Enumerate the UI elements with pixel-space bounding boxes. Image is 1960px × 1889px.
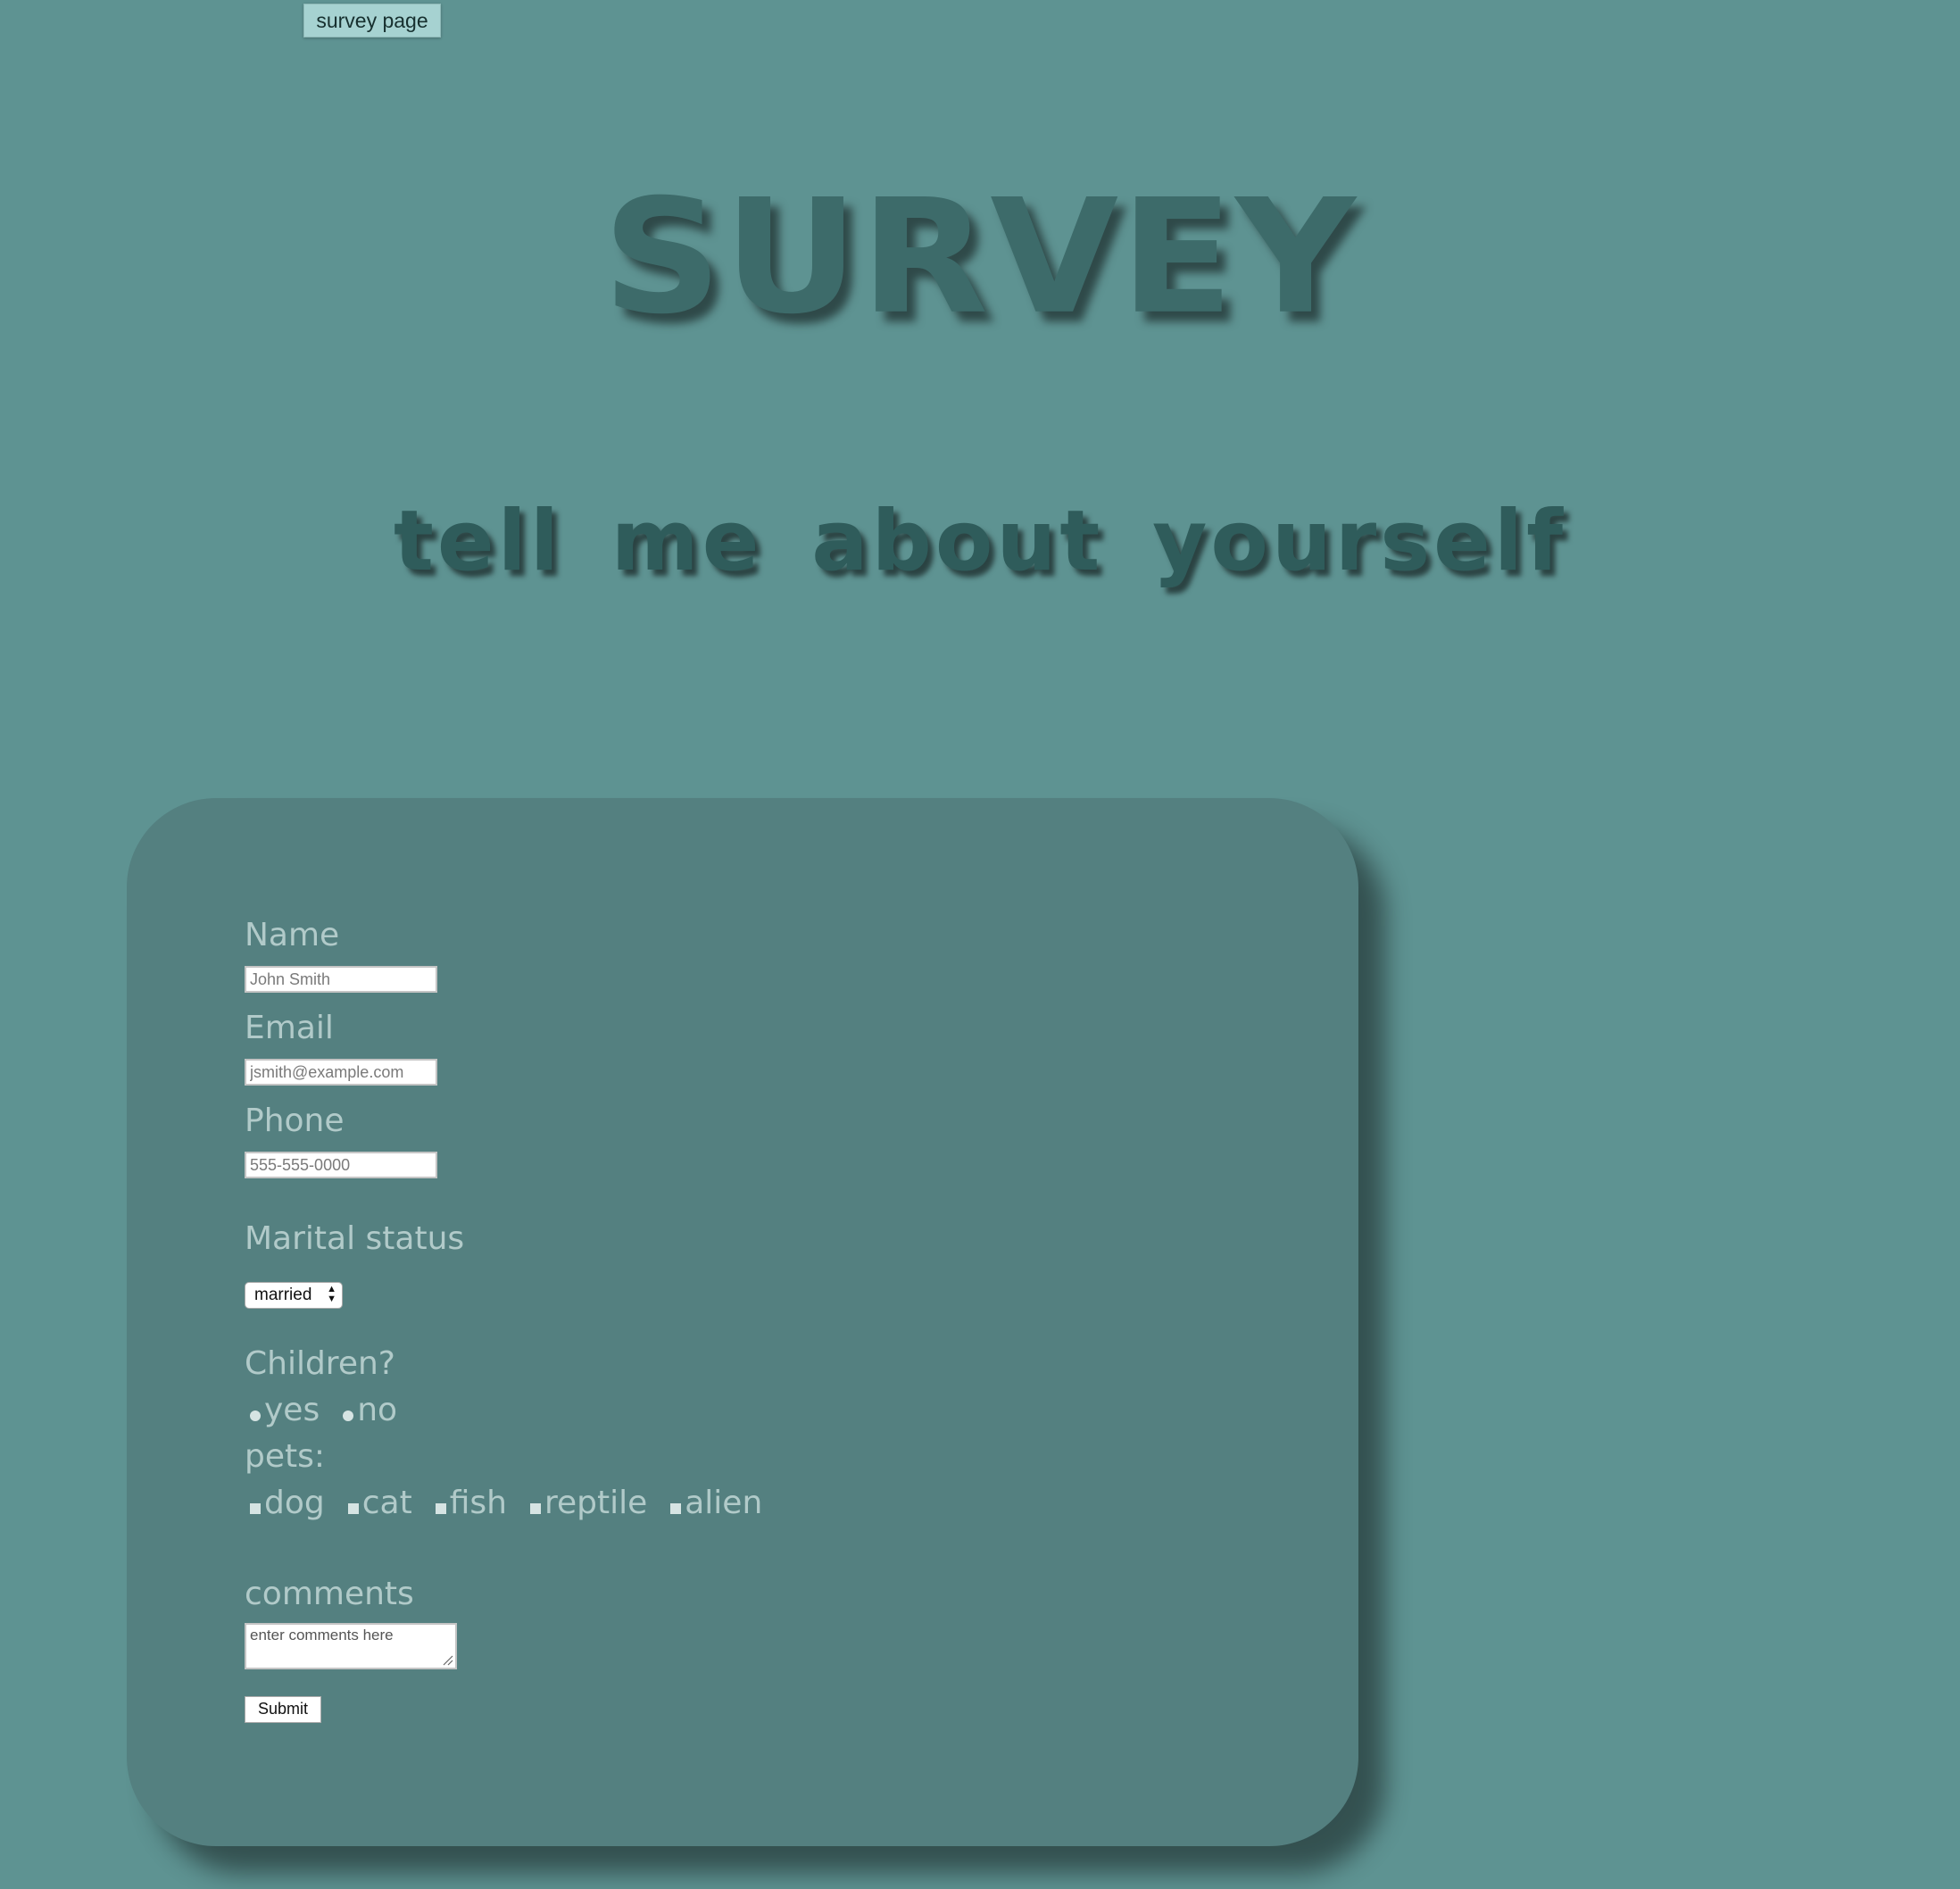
marital-status-label: Marital status xyxy=(245,1220,465,1257)
pet-option-reptile[interactable]: reptile xyxy=(525,1487,647,1519)
radio-button-icon[interactable] xyxy=(250,1411,261,1421)
pet-option-alien[interactable]: alien xyxy=(665,1487,762,1519)
select-updown-icon: ▲ ▼ xyxy=(327,1284,336,1304)
survey-form-card: Name Email Phone Marital status married … xyxy=(127,798,1358,1846)
marital-status-select[interactable]: married ▲ ▼ xyxy=(245,1282,343,1309)
pet-option-fish[interactable]: fish xyxy=(430,1487,507,1519)
comments-textarea[interactable]: enter comments here xyxy=(245,1623,457,1669)
radio-button-icon[interactable] xyxy=(343,1411,354,1421)
option-label: fish xyxy=(449,1485,507,1521)
option-label: cat xyxy=(361,1485,412,1521)
email-input[interactable] xyxy=(245,1059,437,1086)
pet-option-dog[interactable]: dog xyxy=(245,1487,325,1519)
children-options: yes no xyxy=(245,1394,415,1427)
comments-label: comments xyxy=(245,1576,414,1612)
comments-placeholder: enter comments here xyxy=(250,1627,394,1644)
phone-label: Phone xyxy=(245,1103,345,1139)
checkbox-icon[interactable] xyxy=(529,1503,541,1514)
name-input[interactable] xyxy=(245,966,437,993)
checkbox-icon[interactable] xyxy=(435,1503,446,1514)
option-label: dog xyxy=(264,1485,325,1521)
name-label: Name xyxy=(245,917,340,953)
checkbox-icon[interactable] xyxy=(347,1503,359,1514)
submit-button[interactable]: Submit xyxy=(245,1696,321,1723)
children-option-no[interactable]: no xyxy=(337,1394,397,1427)
pets-options: dog cat fish reptile alien xyxy=(245,1487,780,1519)
option-label: no xyxy=(357,1392,398,1428)
children-option-yes[interactable]: yes xyxy=(245,1394,320,1427)
resize-grip-icon[interactable] xyxy=(441,1653,453,1666)
option-label: yes xyxy=(264,1392,320,1428)
survey-page-tab[interactable]: survey page xyxy=(303,4,441,37)
pets-label: pets: xyxy=(245,1438,325,1475)
option-label: reptile xyxy=(544,1485,648,1521)
phone-input[interactable] xyxy=(245,1152,437,1178)
children-label: Children? xyxy=(245,1345,395,1382)
page-title: SURVEY xyxy=(602,164,1358,349)
checkbox-icon[interactable] xyxy=(670,1503,682,1514)
pet-option-cat[interactable]: cat xyxy=(343,1487,412,1519)
email-label: Email xyxy=(245,1010,334,1046)
page-subtitle: tell me about yourself xyxy=(393,493,1567,590)
checkbox-icon[interactable] xyxy=(250,1503,261,1514)
marital-status-value: married xyxy=(254,1286,312,1304)
option-label: alien xyxy=(685,1485,763,1521)
